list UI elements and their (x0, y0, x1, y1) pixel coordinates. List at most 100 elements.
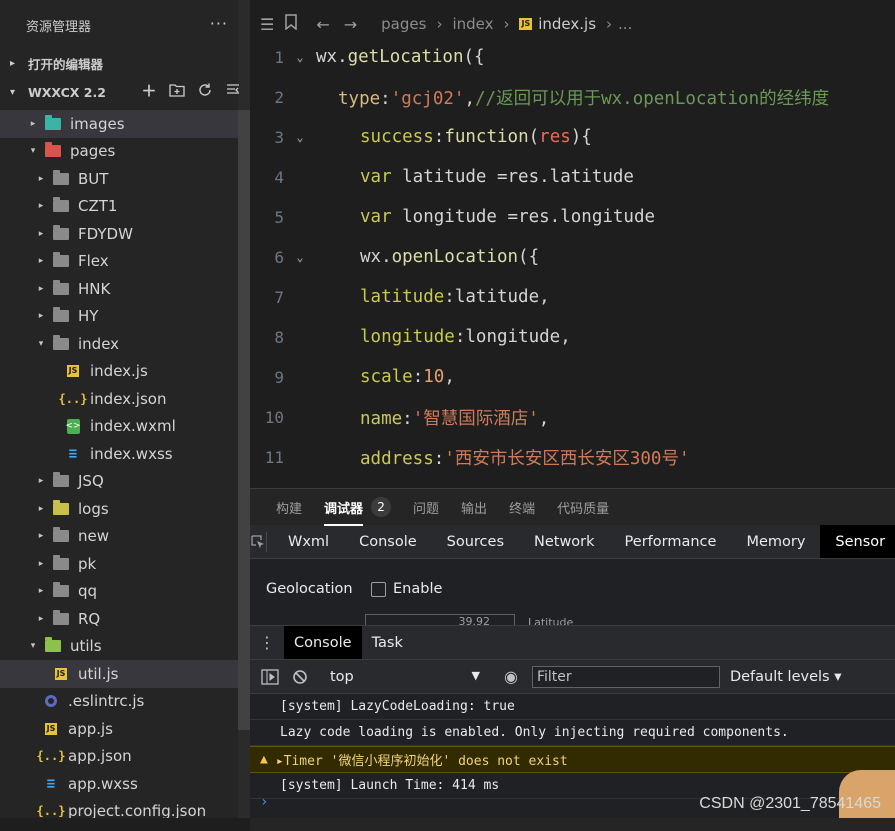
tab-wxml[interactable]: Wxml (273, 525, 344, 558)
tree-file[interactable]: {..} app.json (0, 743, 238, 771)
collapse-all-icon[interactable] (224, 81, 242, 99)
code-editor[interactable]: ☰ ← → pages › index › JS index.js › ... … (250, 0, 895, 488)
filter-input[interactable]: Filter (531, 665, 720, 688)
code-line[interactable]: 10 name:'智慧国际酒店', (250, 397, 895, 437)
tree-folder[interactable]: ▸ RQ (0, 605, 238, 633)
new-folder-icon[interactable] (168, 81, 186, 99)
chevron-right-icon[interactable]: ▸ (36, 311, 46, 321)
log-line-warning[interactable]: ▲ ▸Timer '微信小程序初始化' does not exist (250, 746, 895, 773)
tab-problems[interactable]: 问题 (413, 498, 439, 517)
code-line[interactable]: 5 var longitude =res.longitude (250, 197, 895, 237)
chevron-right-icon[interactable]: ▸ (36, 614, 46, 624)
tree-file[interactable]: .eslintrc.js (0, 688, 238, 716)
tab-debugger[interactable]: 调试器 (324, 498, 364, 526)
code-line[interactable]: 6 ⌄ wx.openLocation({ (250, 237, 895, 277)
new-file-icon[interactable]: ＋ (140, 81, 158, 100)
list-icon[interactable]: ☰ (260, 15, 274, 34)
breadcrumb-file[interactable]: index.js (538, 15, 596, 33)
chevron-right-icon[interactable]: ▸ (36, 256, 46, 266)
latitude-input[interactable]: 39.92 (365, 614, 515, 625)
fold-chevron-icon[interactable]: ⌄ (284, 50, 316, 64)
tree-file[interactable]: JS index.js (0, 358, 238, 386)
tab-terminal[interactable]: 终端 (509, 498, 535, 517)
tree-folder[interactable]: ▾ index (0, 330, 238, 358)
tree-folder[interactable]: ▸ qq (0, 578, 238, 606)
tab-network[interactable]: Network (519, 525, 610, 558)
enable-label[interactable]: Enable (393, 581, 442, 597)
tab-performance[interactable]: Performance (610, 525, 732, 558)
breadcrumb-pages[interactable]: pages (381, 15, 426, 33)
tab-task[interactable]: Task (362, 626, 413, 659)
more-actions-icon[interactable]: ··· (210, 14, 228, 33)
code-line[interactable]: 1 ⌄ wx.getLocation({ (250, 37, 895, 77)
tree-folder[interactable]: ▸ HNK (0, 275, 238, 303)
code-line[interactable]: 9 scale:10, (250, 357, 895, 397)
tab-sensor[interactable]: Sensor (820, 525, 895, 558)
open-editors-section[interactable]: ▸ 打开的编辑器 (0, 50, 250, 77)
fold-chevron-icon[interactable]: ⌄ (284, 250, 316, 264)
chevron-down-icon[interactable]: ▾ (36, 339, 46, 349)
chevron-right-icon[interactable]: ▸ (36, 174, 46, 184)
code-line[interactable]: 3 ⌄ success:function(res){ (250, 117, 895, 157)
tab-console[interactable]: Console (344, 525, 432, 558)
tab-output[interactable]: 输出 (461, 498, 487, 517)
back-arrow-icon[interactable]: ← (316, 15, 329, 34)
tree-file[interactable]: {..} index.json (0, 385, 238, 413)
tree-folder[interactable]: ▾ pages (0, 138, 238, 166)
refresh-icon[interactable] (196, 81, 214, 99)
code-line[interactable]: 7 latitude:latitude, (250, 277, 895, 317)
tree-folder[interactable]: ▸ FDYDW (0, 220, 238, 248)
chevron-right-icon[interactable]: ▸ (36, 586, 46, 596)
tree-file[interactable]: JS util.js (0, 660, 238, 688)
tree-folder[interactable]: ▸ JSQ (0, 468, 238, 496)
tree-file[interactable]: {..} project.config.json (0, 798, 238, 818)
log-levels-select[interactable]: Default levels ▾ (730, 669, 842, 685)
breadcrumb-ellipsis[interactable]: ... (618, 15, 632, 33)
tab-code-quality[interactable]: 代码质量 (557, 498, 609, 517)
tree-file[interactable]: ≡ index.wxss (0, 440, 238, 468)
project-section[interactable]: ▾ WXXCX 2.2 ＋ (0, 77, 250, 107)
chevron-right-icon[interactable]: ▸ (36, 531, 46, 541)
tree-folder[interactable]: ▸ logs (0, 495, 238, 523)
clear-console-icon[interactable] (290, 668, 310, 686)
tree-file[interactable]: ≡ app.wxss (0, 770, 238, 798)
chevron-right-icon[interactable]: ▸ (36, 476, 46, 486)
tree-folder[interactable]: ▸ images (0, 110, 238, 138)
chevron-down-icon[interactable]: ▾ (28, 146, 38, 156)
tab-drawer-console[interactable]: Console (284, 626, 362, 659)
tree-folder[interactable]: ▸ new (0, 523, 238, 551)
chevron-right-icon[interactable]: ▸ (36, 504, 46, 514)
tab-memory[interactable]: Memory (731, 525, 820, 558)
fold-chevron-icon[interactable]: ⌄ (284, 130, 316, 144)
breadcrumb-index[interactable]: index (452, 15, 493, 33)
enable-checkbox[interactable] (371, 582, 386, 597)
tree-folder[interactable]: ▸ Flex (0, 248, 238, 276)
chevron-right-icon[interactable]: ▸ (36, 559, 46, 569)
tab-sources[interactable]: Sources (432, 525, 519, 558)
tab-build[interactable]: 构建 (276, 498, 302, 517)
chevron-down-icon[interactable]: ▾ (28, 641, 38, 651)
context-select[interactable]: top ▼ (330, 669, 480, 685)
code-line[interactable]: 8 longitude:longitude, (250, 317, 895, 357)
chevron-right-icon[interactable]: ▸ (36, 284, 46, 294)
tree-folder[interactable]: ▸ HY (0, 303, 238, 331)
tree-folder[interactable]: ▸ CZT1 (0, 193, 238, 221)
eye-icon[interactable]: ◉ (504, 667, 518, 686)
bookmark-icon[interactable] (284, 14, 298, 34)
more-tabs-icon[interactable]: ⋮ (250, 633, 284, 652)
tree-folder[interactable]: ▸ pk (0, 550, 238, 578)
sidebar-scrollbar-thumb[interactable] (238, 110, 250, 730)
chevron-right-icon[interactable]: ▸ (36, 229, 46, 239)
console-prompt[interactable]: › (260, 794, 268, 810)
tree-folder[interactable]: ▾ utils (0, 633, 238, 661)
code-line[interactable]: 11 address:'西安市长安区西长安区300号' (250, 437, 895, 477)
tree-file[interactable]: <> index.wxml (0, 413, 238, 441)
tree-file[interactable]: JS app.js (0, 715, 238, 743)
sidebar-toggle-icon[interactable] (260, 668, 280, 686)
chevron-right-icon[interactable]: ▸ (28, 119, 38, 129)
tree-folder[interactable]: ▸ BUT (0, 165, 238, 193)
forward-arrow-icon[interactable]: → (344, 15, 357, 34)
chevron-right-icon[interactable]: ▸ (36, 201, 46, 211)
code-line[interactable]: 4 var latitude =res.latitude (250, 157, 895, 197)
element-picker-icon[interactable] (250, 531, 267, 552)
